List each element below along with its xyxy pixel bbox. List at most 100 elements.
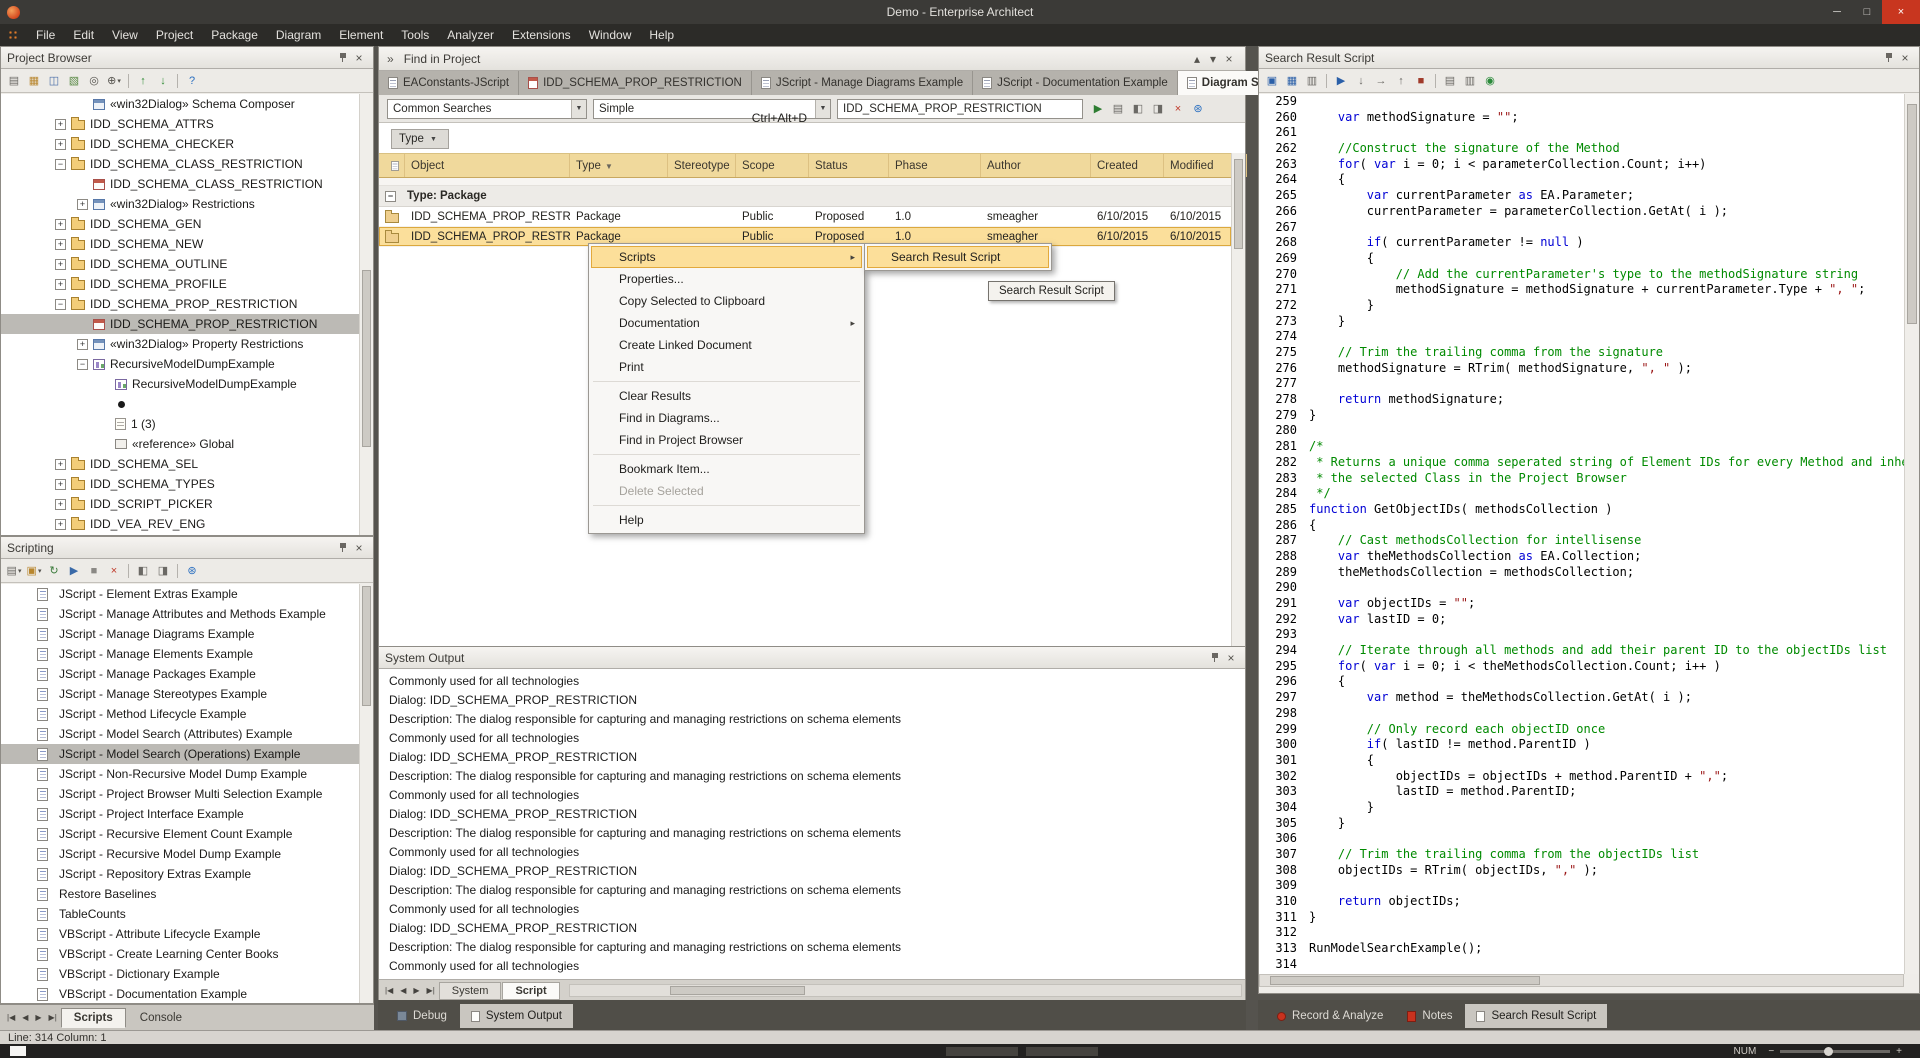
tree-item[interactable]: 1 (3) xyxy=(1,414,359,434)
close-panel-icon[interactable]: × xyxy=(351,540,367,556)
run-script-icon[interactable]: ▶ xyxy=(65,562,83,580)
code-hscrollbar[interactable] xyxy=(1259,974,1904,987)
breakpoint-icon[interactable]: ◉ xyxy=(1481,72,1499,90)
save-all-icon[interactable]: ▦ xyxy=(1283,72,1301,90)
menu-analyzer[interactable]: Analyzer xyxy=(438,24,503,46)
script-list-item[interactable]: JScript - Manage Attributes and Methods … xyxy=(1,604,359,624)
script-list-item[interactable]: JScript - Method Lifecycle Example xyxy=(1,704,359,724)
pin-icon[interactable] xyxy=(335,540,351,556)
code-vscrollbar[interactable] xyxy=(1904,94,1919,974)
copy-results-icon[interactable]: ◧ xyxy=(1129,100,1147,118)
step-into-icon[interactable]: ↓ xyxy=(1352,72,1370,90)
zoom-out-icon[interactable]: − xyxy=(1768,1046,1774,1057)
tab-scripts[interactable]: Scripts xyxy=(61,1008,126,1028)
last-tab-icon[interactable]: ▶| xyxy=(424,986,438,995)
pin-icon[interactable] xyxy=(1881,50,1897,66)
tree-item[interactable]: −IDD_SCHEMA_PROP_RESTRICTION xyxy=(1,294,359,314)
minimize-button[interactable]: ─ xyxy=(1822,0,1852,24)
new-script-group-icon[interactable]: ▣▾ xyxy=(25,562,43,580)
tree-expander[interactable]: + xyxy=(77,199,88,210)
run-script-icon[interactable]: ▶ xyxy=(1332,72,1350,90)
help-icon[interactable]: ? xyxy=(183,72,201,90)
stop-icon[interactable]: ■ xyxy=(1412,72,1430,90)
zoom-slider[interactable]: − + xyxy=(1768,1046,1902,1057)
group-expander[interactable]: − xyxy=(385,191,396,202)
tree-item[interactable]: +IDD_SCHEMA_PROFILE xyxy=(1,274,359,294)
prev-tab-icon[interactable]: ◀ xyxy=(19,1013,31,1022)
taskbar-button[interactable] xyxy=(946,1047,1018,1056)
delete-script-icon[interactable]: × xyxy=(105,562,123,580)
menu-item-help[interactable]: Help xyxy=(591,509,862,531)
tree-item[interactable]: −RecursiveModelDumpExample xyxy=(1,354,359,374)
tree-item[interactable]: +IDD_SCRIPT_PICKER xyxy=(1,494,359,514)
menu-item-delete-selected[interactable]: Delete Selected xyxy=(591,480,862,502)
project-browser-scrollbar[interactable] xyxy=(359,94,373,535)
menu-item-bookmark-item[interactable]: Bookmark Item... xyxy=(591,458,862,480)
tree-item[interactable]: +IDD_SCHEMA_SEL xyxy=(1,454,359,474)
column-header-stereotype[interactable]: Stereotype xyxy=(668,154,736,177)
tree-expander[interactable]: + xyxy=(55,239,66,250)
menu-item-create-linked-document[interactable]: Create Linked DocumentCtrl+Alt+D xyxy=(591,334,862,356)
tree-item[interactable]: +IDD_SCHEMA_ATTRS xyxy=(1,114,359,134)
first-tab-icon[interactable]: |◀ xyxy=(382,986,396,995)
menu-diagram[interactable]: Diagram xyxy=(267,24,330,46)
last-tab-icon[interactable]: ▶| xyxy=(46,1013,60,1022)
script-list-item[interactable]: JScript - Model Search (Attributes) Exam… xyxy=(1,724,359,744)
column-header-author[interactable]: Author xyxy=(981,154,1091,177)
browse-icon[interactable]: ▤ xyxy=(5,72,23,90)
pin-icon[interactable] xyxy=(335,50,351,66)
paste-search-icon[interactable]: ◨ xyxy=(1149,100,1167,118)
tree-expander[interactable]: + xyxy=(55,279,66,290)
code-editor[interactable]: 259260 var methodSignature = "";261262 /… xyxy=(1259,94,1904,974)
script-list-item[interactable]: JScript - Project Browser Multi Selectio… xyxy=(1,784,359,804)
menu-item-clear-results[interactable]: Clear Results xyxy=(591,385,862,407)
save-icon[interactable]: ▣ xyxy=(1263,72,1281,90)
tree-item[interactable] xyxy=(1,394,359,414)
output-tab-script[interactable]: Script xyxy=(502,982,559,1000)
tree-expander[interactable]: + xyxy=(55,519,66,530)
script-list-item[interactable]: TableCounts xyxy=(1,904,359,924)
menu-item-find-in-diagrams[interactable]: Find in Diagrams... xyxy=(591,407,862,429)
script-list-item[interactable]: JScript - Non-Recursive Model Dump Examp… xyxy=(1,764,359,784)
tree-item[interactable]: +IDD_SCHEMA_GEN xyxy=(1,214,359,234)
tree-item[interactable]: +«win32Dialog» Property Restrictions xyxy=(1,334,359,354)
menu-package[interactable]: Package xyxy=(202,24,267,46)
menu-element[interactable]: Element xyxy=(330,24,392,46)
refresh-scripts-icon[interactable]: ↻ xyxy=(45,562,63,580)
taskbar-button[interactable] xyxy=(1026,1047,1098,1056)
column-header-phase[interactable]: Phase xyxy=(889,154,981,177)
script-list-item[interactable]: JScript - Model Search (Operations) Exam… xyxy=(1,744,359,764)
tree-expander[interactable]: + xyxy=(55,139,66,150)
menu-extensions[interactable]: Extensions xyxy=(503,24,580,46)
run-search-icon[interactable]: ▶ xyxy=(1089,100,1107,118)
menu-item-search-result-script[interactable]: Search Result Script xyxy=(867,246,1049,268)
open-file-icon[interactable]: ▥ xyxy=(1461,72,1479,90)
tree-item[interactable]: −IDD_SCHEMA_CLASS_RESTRICTION xyxy=(1,154,359,174)
tree-expander[interactable]: + xyxy=(55,259,66,270)
script-list-item[interactable]: Restore Baselines xyxy=(1,884,359,904)
new-package-icon[interactable]: ▦ xyxy=(25,72,43,90)
step-out-icon[interactable]: ↑ xyxy=(1392,72,1410,90)
dock-tab-system-output[interactable]: System Output xyxy=(460,1004,573,1028)
document-tab-eaconstants-jscript[interactable]: EAConstants-JScript xyxy=(379,71,519,95)
new-diagram-icon[interactable]: ◫ xyxy=(45,72,63,90)
tree-item[interactable]: +IDD_VEA_REV_ENG xyxy=(1,514,359,534)
close-panel-icon[interactable]: × xyxy=(1897,50,1913,66)
chevron-down-icon[interactable]: ▼ xyxy=(571,100,586,118)
column-header-created[interactable]: Created xyxy=(1091,154,1164,177)
print-icon[interactable]: ▥ xyxy=(1303,72,1321,90)
move-down-icon[interactable]: ↓ xyxy=(154,72,172,90)
script-list-item[interactable]: JScript - Manage Diagrams Example xyxy=(1,624,359,644)
script-list-item[interactable]: VBScript - Dictionary Example xyxy=(1,964,359,984)
tab-console[interactable]: Console xyxy=(127,1008,195,1028)
close-button[interactable]: × xyxy=(1882,0,1920,24)
tree-item[interactable]: RecursiveModelDumpExample xyxy=(1,374,359,394)
menu-window[interactable]: Window xyxy=(580,24,641,46)
menu-project[interactable]: Project xyxy=(147,24,202,46)
scripting-scrollbar[interactable] xyxy=(359,584,373,1003)
stop-script-icon[interactable]: ■ xyxy=(85,562,103,580)
menu-file[interactable]: File xyxy=(27,24,64,46)
collapse-icon[interactable]: ▴ xyxy=(1189,51,1205,67)
dock-tab-debug[interactable]: Debug xyxy=(386,1004,458,1028)
first-tab-icon[interactable]: |◀ xyxy=(4,1013,18,1022)
